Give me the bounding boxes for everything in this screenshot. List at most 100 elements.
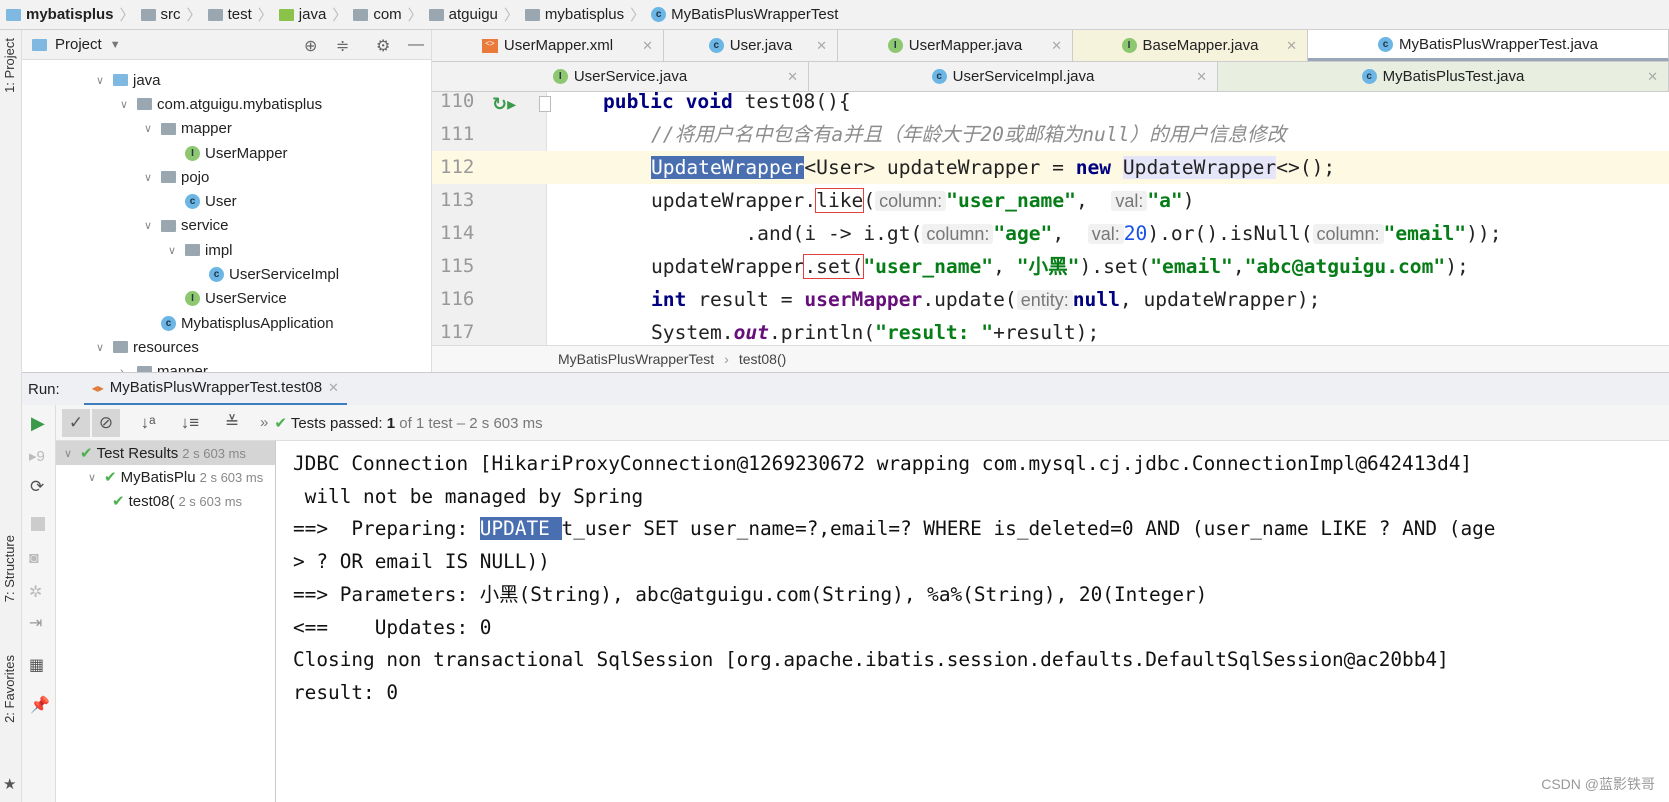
close-tab-icon[interactable]: ✕ [816, 38, 827, 54]
editor-breadcrumb-method[interactable]: test08() [739, 351, 786, 367]
pin-icon[interactable]: 📌 [30, 695, 50, 715]
code-token: "result: " [875, 321, 994, 344]
tree-item[interactable]: I UserService [22, 287, 422, 311]
editor-tab[interactable]: c MyBatisPlusWrapperTest.java [1308, 30, 1669, 61]
chevron-down-icon[interactable]: ∨ [168, 244, 180, 257]
close-tab-icon[interactable]: ✕ [1286, 38, 1297, 54]
code-token: out [733, 321, 769, 344]
project-tool-tab[interactable]: 1: Project [2, 38, 17, 93]
project-view-selector[interactable]: Project [55, 36, 102, 53]
tree-item[interactable]: ∨ mapper [22, 117, 422, 141]
import-icon[interactable]: ⇥ [29, 613, 42, 633]
toggle-auto-test-icon[interactable]: ⟳ [30, 477, 44, 497]
favorites-tool-tab[interactable]: 2: Favorites [2, 655, 17, 723]
gear-icon[interactable]: ⚙ [376, 36, 390, 56]
code-token: new [1075, 156, 1123, 179]
tree-item[interactable]: ∨ resources [22, 335, 422, 359]
chevron-down-icon[interactable]: ∨ [144, 219, 156, 232]
breadcrumb-item[interactable]: com [353, 6, 402, 23]
code-token: userMapper [804, 288, 923, 311]
code-token: System. [651, 321, 734, 344]
code-token: "email" [1150, 255, 1233, 278]
project-panel: Project ▼ ⊕ ≑ ⚙ — ∨ java ∨ com.atguigu.myba… [22, 30, 432, 380]
camera-icon[interactable]: ◙ [29, 550, 39, 568]
close-icon[interactable]: ✕ [328, 380, 339, 396]
chevron-down-icon[interactable]: ∨ [96, 341, 108, 354]
layout-icon[interactable]: ▦ [29, 655, 44, 675]
breadcrumb-item[interactable]: mybatisplus [6, 6, 114, 23]
tree-item[interactable]: c User [22, 189, 422, 213]
hide-icon[interactable]: — [408, 36, 424, 54]
chevron-right-icon: 〉 [119, 7, 135, 24]
breadcrumb-item[interactable]: java [278, 6, 326, 23]
project-panel-header: Project ▼ [22, 30, 431, 60]
breadcrumb-item[interactable]: atguigu [428, 6, 498, 23]
class-icon: c [185, 194, 200, 210]
line-number: 115 [440, 255, 475, 277]
code-line: 111 //将用户名中包含有a并且（年龄大于20或邮箱为null）的用户信息修改 [432, 118, 1669, 151]
more-icon[interactable]: » [260, 414, 268, 431]
chevron-down-icon[interactable]: ∨ [64, 447, 76, 460]
test-tree-item[interactable]: ∨ ✔ Test Results 2 s 603 ms [56, 441, 275, 465]
class-icon: c [708, 38, 724, 53]
editor-tab[interactable]: <> UserMapper.xml ✕ [432, 30, 664, 61]
editor-tab[interactable]: c MyBatisPlusTest.java ✕ [1218, 62, 1669, 91]
close-tab-icon[interactable]: ✕ [787, 69, 798, 85]
structure-tool-tab[interactable]: 7: Structure [2, 535, 17, 602]
stop-icon[interactable] [31, 517, 45, 531]
breadcrumb-label: MyBatisPlusWrapperTest [671, 6, 839, 23]
console-text: t_user SET user_name=?,email=? WHERE is_… [561, 517, 1508, 541]
console-output[interactable]: JDBC Connection [HikariProxyConnection@1… [276, 441, 1669, 802]
tree-item[interactable]: ∨ service [22, 214, 422, 238]
code-editor[interactable]: ↻▸ 110 public void test08(){111//将用户名中包含有… [432, 92, 1669, 345]
chevron-down-icon[interactable]: ∨ [88, 471, 100, 484]
editor-tab[interactable]: I UserMapper.java ✕ [838, 30, 1073, 61]
sort-alpha-icon[interactable]: ↓ᵃ [134, 409, 162, 437]
chevron-down-icon[interactable]: ∨ [96, 74, 108, 87]
tree-item[interactable]: ∨ java [22, 68, 422, 92]
console-text: will not be managed by Spring [293, 484, 644, 508]
class-icon: c [209, 267, 224, 283]
check-icon: ✔ [104, 469, 117, 486]
tree-item[interactable]: c MybatisplusApplication [22, 311, 422, 335]
tree-item[interactable]: ∨ com.atguigu.mybatisplus [22, 92, 422, 116]
rerun-failed-icon[interactable]: ▸9 [29, 447, 45, 465]
debug-icon[interactable]: ✲ [29, 582, 42, 602]
tree-item[interactable]: ∨ impl [22, 238, 422, 262]
breadcrumb-item[interactable]: c MyBatisPlusWrapperTest [651, 6, 838, 23]
close-tab-icon[interactable]: ✕ [1051, 38, 1062, 54]
breadcrumb-item[interactable]: mybatisplus [524, 6, 624, 23]
rerun-icon[interactable]: ▶ [31, 413, 45, 434]
code-line: 117 System.out.println("result: "+result)… [432, 316, 1669, 345]
editor-tab[interactable]: I UserService.java ✕ [432, 62, 809, 91]
tree-item[interactable]: ∨ pojo [22, 165, 422, 189]
sort-duration-icon[interactable]: ↓≡ [176, 409, 204, 437]
chevron-right-icon: 〉 [257, 7, 273, 24]
breadcrumb-item[interactable]: test [207, 6, 252, 23]
editor-tab[interactable]: I BaseMapper.java ✕ [1073, 30, 1308, 61]
chevron-down-icon[interactable]: ∨ [144, 122, 156, 135]
chevron-down-icon[interactable]: ∨ [144, 171, 156, 184]
expand-all-icon[interactable]: ≚ [218, 409, 246, 437]
code-token: ).or().isNull( [1147, 222, 1313, 245]
locate-icon[interactable]: ⊕ [304, 36, 317, 56]
collapse-all-icon[interactable]: ≑ [336, 36, 349, 56]
project-icon [32, 38, 47, 51]
run-tab[interactable]: ◂▸ MyBatisPlusWrapperTest.test08 ✕ [83, 373, 347, 406]
tree-item[interactable]: c UserServiceImpl [22, 262, 422, 286]
editor-breadcrumb-class[interactable]: MyBatisPlusWrapperTest [558, 351, 714, 367]
chevron-down-icon[interactable]: ∨ [120, 98, 132, 111]
code-token: test08(){ [744, 92, 851, 113]
show-passed-icon[interactable]: ✓ [62, 408, 90, 437]
close-tab-icon[interactable]: ✕ [642, 38, 653, 54]
editor-tab[interactable]: c UserServiceImpl.java ✕ [809, 62, 1218, 91]
editor-tab[interactable]: c User.java ✕ [664, 30, 838, 61]
show-ignored-icon[interactable]: ⊘ [92, 408, 120, 437]
chevron-down-icon[interactable]: ▼ [110, 39, 121, 51]
tree-item[interactable]: I UserMapper [22, 141, 422, 165]
close-tab-icon[interactable]: ✕ [1647, 69, 1658, 85]
test-tree-item[interactable]: ✔ test08(2 s 603 ms [56, 489, 275, 513]
breadcrumb-item[interactable]: src [140, 6, 181, 23]
test-tree-item[interactable]: ∨ ✔ MyBatisPlu 2 s 603 ms [56, 465, 275, 489]
close-tab-icon[interactable]: ✕ [1196, 69, 1207, 85]
